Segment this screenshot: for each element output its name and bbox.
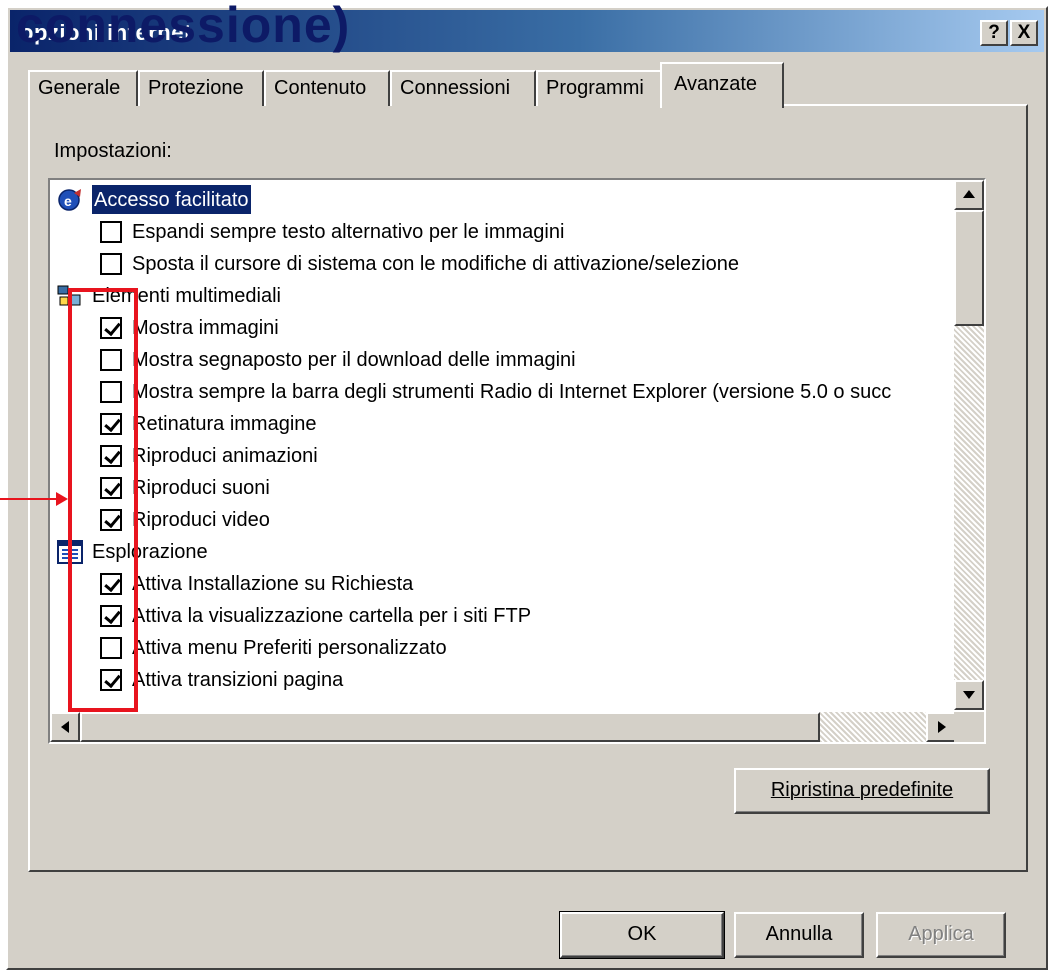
settings-category[interactable]: Esplorazione [56,536,956,566]
settings-option[interactable]: Attiva la visualizzazione cartella per i… [100,600,956,630]
checkbox-checked[interactable] [100,668,122,691]
settings-option[interactable]: Attiva Installazione su Richiesta [100,568,956,598]
settings-option[interactable]: Riproduci suoni [100,472,956,502]
annotation-arrow-line [0,498,58,500]
checkbox-checked[interactable] [100,476,122,499]
option-label: Mostra segnaposto per il download delle … [132,348,576,371]
scroll-right-button[interactable] [926,712,956,742]
arrow-left-icon [61,721,69,733]
checkbox-checked[interactable] [100,508,122,531]
horizontal-scrollbar[interactable] [50,712,956,742]
option-label: Attiva Installazione su Richiesta [132,572,414,595]
title-bar[interactable]: opzioni internet connessione) ? X [10,0,1044,53]
option-label: Attiva menu Preferiti personalizzato [132,636,447,659]
multimedia-icon [56,283,84,309]
horizontal-scroll-thumb[interactable] [80,712,820,742]
checkbox-unchecked[interactable] [100,636,122,659]
restore-defaults-label: Ripristina predefinite [770,779,954,801]
checkbox-unchecked[interactable] [100,220,122,243]
settings-list[interactable]: e Accesso facilitato Espandi sempre testo … [48,178,986,744]
scroll-down-button[interactable] [954,680,984,710]
checkbox-checked[interactable] [100,316,122,339]
checkbox-unchecked[interactable] [100,348,122,371]
tab-programmi[interactable]: Programmi [536,70,662,106]
overlay-title: connessione) [16,0,351,53]
settings-option[interactable]: Mostra segnaposto per il download delle … [100,344,956,374]
option-label: Riproduci video [132,508,270,531]
category-label: Esplorazione [92,540,208,563]
option-label: Sposta il cursore di sistema con le modi… [132,252,739,275]
checkbox-checked[interactable] [100,604,122,627]
option-label: Mostra sempre la barra degli strumenti R… [132,380,892,403]
settings-option[interactable]: Riproduci animazioni [100,440,956,470]
checkbox-checked[interactable] [100,572,122,595]
apply-button[interactable]: Applica [876,912,1006,958]
scroll-left-button[interactable] [50,712,80,742]
settings-option[interactable]: Attiva menu Preferiti personalizzato [100,632,956,662]
category-label: Elementi multimediali [92,284,281,307]
checkbox-unchecked[interactable] [100,252,122,275]
settings-option[interactable]: Retinatura immagine [100,408,956,438]
annotation-arrowhead-icon [56,492,68,506]
option-label: Riproduci animazioni [132,444,318,467]
option-label: Riproduci suoni [132,476,270,499]
settings-category[interactable]: e Accesso facilitato [56,184,956,214]
settings-option[interactable]: Sposta il cursore di sistema con le modi… [100,248,956,278]
settings-option[interactable]: Riproduci video [100,504,956,534]
settings-option[interactable]: Espandi sempre testo alternativo per le … [100,216,956,246]
arrow-right-icon [938,721,946,733]
tab-contenuto[interactable]: Contenuto [264,70,390,106]
restore-defaults-button[interactable]: Ripristina predefinite [734,768,990,814]
arrow-down-icon [963,691,975,699]
settings-label: Impostazioni: [54,140,172,162]
option-label: Attiva la visualizzazione cartella per i… [132,604,532,627]
arrow-up-icon [963,190,975,198]
checkbox-unchecked[interactable] [100,380,122,403]
tab-connessioni[interactable]: Connessioni [390,70,536,106]
vertical-scroll-thumb[interactable] [954,210,984,326]
scroll-up-button[interactable] [954,180,984,210]
settings-option[interactable]: Mostra immagini [100,312,956,342]
ok-button[interactable]: OK [559,911,725,959]
cancel-button[interactable]: Annulla [734,912,864,958]
help-button[interactable]: ? [980,20,1008,46]
scrollbar-corner [954,712,984,742]
option-label: Retinatura immagine [132,412,317,435]
settings-category[interactable]: Elementi multimediali [56,280,956,310]
checkbox-checked[interactable] [100,444,122,467]
settings-option[interactable]: Attiva transizioni pagina [100,664,956,694]
tab-protezione[interactable]: Protezione [138,70,264,106]
option-label: Mostra immagini [132,316,279,339]
close-button[interactable]: X [1010,20,1038,46]
category-label: Accesso facilitato [92,184,251,214]
accessibility-icon: e [56,187,84,213]
vertical-scrollbar[interactable] [954,180,984,710]
checkbox-checked[interactable] [100,412,122,435]
option-label: Attiva transizioni pagina [132,668,344,691]
settings-option[interactable]: Mostra sempre la barra degli strumenti R… [100,376,956,406]
tab-avanzate[interactable]: Avanzate [660,62,784,108]
tab-generale[interactable]: Generale [28,70,138,106]
option-label: Espandi sempre testo alternativo per le … [132,220,565,243]
svg-text:e: e [64,193,72,209]
browsing-icon [56,539,84,565]
